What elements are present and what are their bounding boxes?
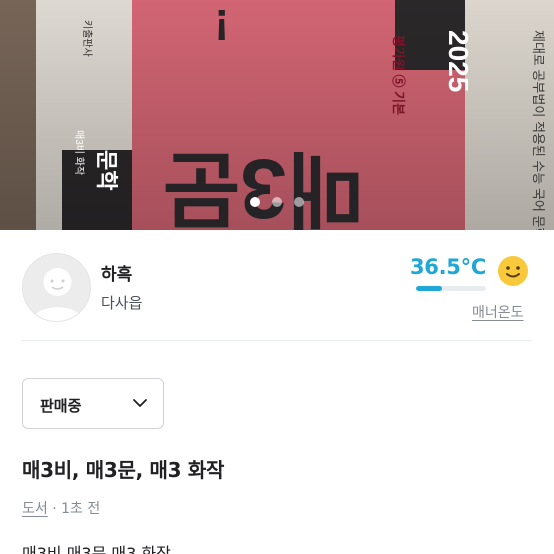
avatar[interactable]: [22, 253, 91, 322]
sale-status-dropdown[interactable]: 판매중: [22, 378, 164, 429]
listing-title: 매3비, 매3문, 매3 화작: [22, 458, 225, 482]
sale-status-value: 판매중: [40, 397, 82, 415]
carousel-dot-1[interactable]: [250, 197, 260, 207]
photo-exclaim: !: [214, 0, 229, 49]
manner-temperature-value: 36.5°C: [410, 255, 486, 279]
manner-temperature-fill: [416, 286, 442, 291]
listing-description: 매3비 매3문 매3 화작: [22, 544, 171, 554]
listing-meta: 도서 · 1초 전: [22, 498, 100, 518]
carousel-dot-2[interactable]: [272, 197, 282, 207]
product-photo-carousel[interactable]: 2025 매3문 ! 제대로 공부법이 적용된 수능 국어 문학 훈련 코 평가…: [0, 0, 554, 230]
default-avatar-icon: [23, 254, 90, 321]
photo-publisher: 키출판사: [81, 20, 93, 57]
photo-exam-year: 2025: [443, 30, 474, 92]
listing-category-link[interactable]: 도서: [22, 501, 48, 517]
carousel-indicator: [0, 197, 554, 207]
photo-big-title: 매3문: [163, 142, 364, 230]
seller-region: 다사읍: [101, 294, 143, 312]
smile-face-icon: [498, 256, 528, 286]
seller-nickname[interactable]: 하흑: [101, 260, 132, 285]
listing-time: · 1초 전: [52, 501, 101, 517]
carousel-dot-3[interactable]: [294, 197, 304, 207]
section-divider: [22, 340, 532, 341]
chevron-down-icon: [133, 399, 147, 407]
photo-spine-title: 문학: [94, 150, 119, 190]
photo-small-red: 평가원 ⑤ 기본: [391, 35, 406, 115]
manner-temperature-link[interactable]: 매너온도: [472, 302, 524, 322]
product-photo: 2025 매3문 ! 제대로 공부법이 적용된 수능 국어 문학 훈련 코 평가…: [0, 0, 554, 230]
photo-spine-sub: 매3비 화작: [73, 130, 85, 175]
seller-profile[interactable]: 하흑 다사읍 36.5°C 매너온도: [0, 230, 554, 340]
manner-temperature-bar: [416, 286, 486, 291]
